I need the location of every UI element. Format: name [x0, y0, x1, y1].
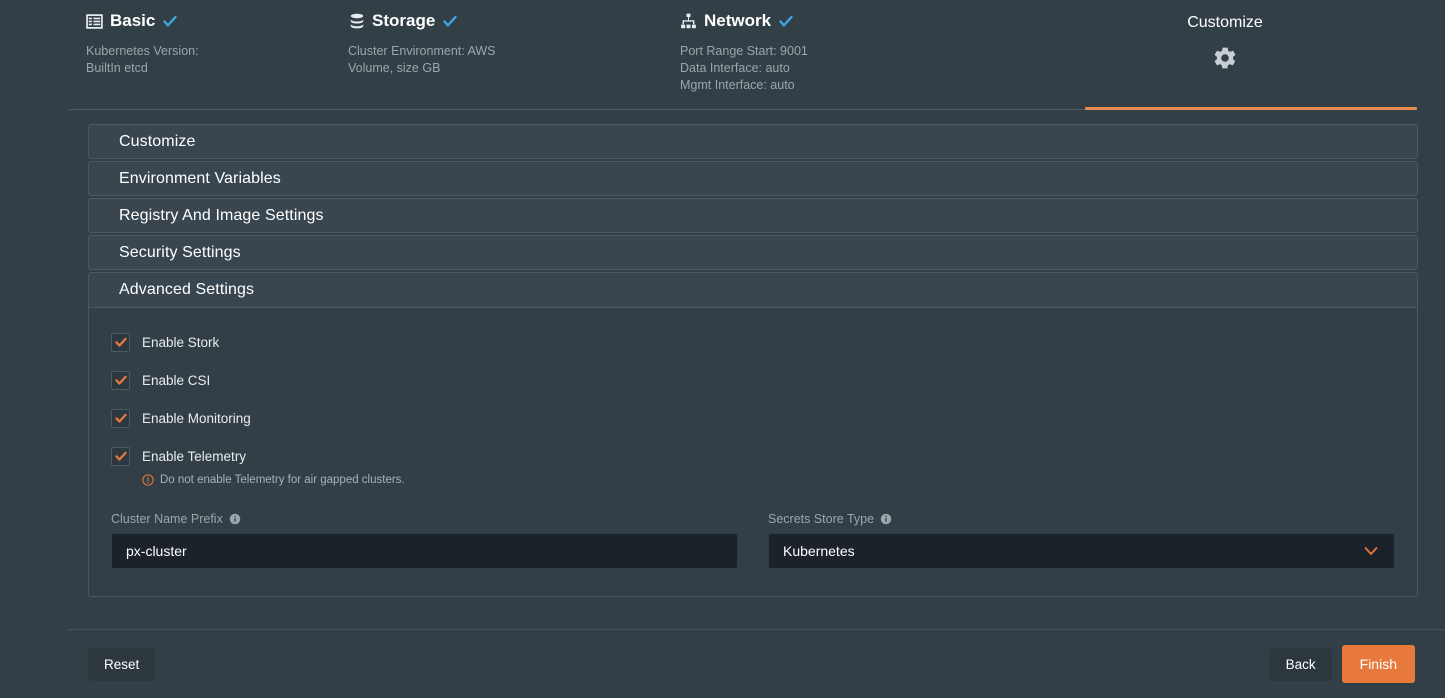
checkbox-label[interactable]: Enable Stork — [142, 335, 219, 350]
wizard-step-storage-meta: Cluster Environment: AWS Volume, size GB — [348, 43, 675, 77]
meta-line: Mgmt Interface: auto — [680, 77, 1005, 94]
checkbox-row-enable-telemetry[interactable]: Enable Telemetry — [111, 444, 1395, 468]
checkbox-row-enable-csi[interactable]: Enable CSI — [111, 368, 1395, 392]
meta-line: Volume, size GB — [348, 60, 675, 77]
accordion-label: Advanced Settings — [89, 281, 254, 299]
checkbox-label[interactable]: Enable CSI — [142, 373, 210, 388]
accordion-label: Security Settings — [89, 244, 241, 262]
wizard-step-header: Basic Kubernetes Version: BuiltIn etcd S… — [0, 0, 1445, 110]
wizard-step-basic-label: Basic — [110, 10, 155, 32]
telemetry-warning-text: Do not enable Telemetry for air gapped c… — [160, 474, 405, 486]
checkbox-label[interactable]: Enable Telemetry — [142, 449, 246, 464]
checkbox-row-enable-stork[interactable]: Enable Stork — [111, 330, 1395, 354]
cluster-name-prefix-label-wrap: Cluster Name Prefix — [111, 512, 738, 526]
advanced-settings-panel: Enable Stork Enable CSI Enable Monitorin… — [88, 307, 1418, 597]
accordion-label: Registry And Image Settings — [89, 207, 324, 225]
wizard-step-storage[interactable]: Storage Cluster Environment: AWS Volume,… — [340, 0, 675, 110]
wizard-step-network-meta: Port Range Start: 9001 Data Interface: a… — [680, 43, 1005, 94]
wizard-step-basic[interactable]: Basic Kubernetes Version: BuiltIn etcd — [0, 0, 340, 110]
gear-icon — [1212, 45, 1238, 71]
field-cluster-name-prefix: Cluster Name Prefix — [111, 512, 738, 569]
wizard-step-customize[interactable]: Customize — [1005, 0, 1445, 110]
wizard-step-basic-title: Basic — [86, 10, 340, 32]
field-secrets-store-type: Secrets Store Type Kubernetes — [768, 512, 1395, 569]
info-icon[interactable] — [880, 513, 892, 525]
check-icon — [442, 13, 458, 29]
wizard-step-network[interactable]: Network Port Range Start: 9001 Data Inte… — [675, 0, 1005, 110]
table-icon — [86, 13, 103, 30]
sitemap-icon — [680, 13, 697, 30]
secrets-store-type-label: Secrets Store Type — [768, 512, 874, 526]
wizard-step-storage-title: Storage — [348, 10, 675, 32]
active-step-indicator — [1085, 107, 1417, 110]
secrets-store-type-select-wrap: Kubernetes — [768, 533, 1395, 569]
advanced-settings-fields: Cluster Name Prefix Secrets S — [111, 512, 1395, 569]
finish-button[interactable]: Finish — [1342, 645, 1415, 683]
check-icon — [162, 13, 178, 29]
meta-line: Data Interface: auto — [680, 60, 1005, 77]
accordion-header-registry-and-image-settings[interactable]: Registry And Image Settings — [88, 198, 1418, 233]
wizard-step-customize-label: Customize — [1005, 10, 1445, 34]
wizard-step-basic-meta: Kubernetes Version: BuiltIn etcd — [86, 43, 340, 77]
cluster-name-prefix-label: Cluster Name Prefix — [111, 512, 223, 526]
meta-line: Kubernetes Version: — [86, 43, 340, 60]
customize-content: Customize Environment Variables Registry… — [0, 110, 1445, 597]
checkbox-enable-stork[interactable] — [111, 333, 130, 352]
telemetry-warning: Do not enable Telemetry for air gapped c… — [142, 474, 1395, 486]
checkbox-label[interactable]: Enable Monitoring — [142, 411, 251, 426]
checkbox-enable-monitoring[interactable] — [111, 409, 130, 428]
warning-info-icon — [142, 474, 154, 486]
meta-line: Cluster Environment: AWS — [348, 43, 675, 60]
meta-line: BuiltIn etcd — [86, 60, 340, 77]
wizard-step-network-title: Network — [680, 10, 1005, 32]
wizard-step-storage-label: Storage — [372, 10, 435, 32]
secrets-store-type-label-wrap: Secrets Store Type — [768, 512, 1395, 526]
accordion-label: Environment Variables — [89, 170, 281, 188]
wizard-footer: Reset Back Finish — [0, 630, 1445, 698]
settings-accordion: Customize Environment Variables Registry… — [88, 124, 1418, 597]
wizard-step-network-label: Network — [704, 10, 771, 32]
secrets-store-type-select[interactable]: Kubernetes — [768, 533, 1395, 569]
accordion-label: Customize — [89, 133, 195, 151]
accordion-header-customize[interactable]: Customize — [88, 124, 1418, 159]
check-icon — [778, 13, 794, 29]
info-icon[interactable] — [229, 513, 241, 525]
checkbox-enable-csi[interactable] — [111, 371, 130, 390]
back-button[interactable]: Back — [1270, 648, 1332, 681]
reset-button[interactable]: Reset — [88, 648, 155, 681]
database-icon — [348, 13, 365, 30]
checkbox-enable-telemetry[interactable] — [111, 447, 130, 466]
chevron-down-icon[interactable] — [1361, 541, 1381, 561]
meta-line: Port Range Start: 9001 — [680, 43, 1005, 60]
accordion-header-advanced-settings[interactable]: Advanced Settings — [88, 272, 1418, 307]
accordion-header-environment-variables[interactable]: Environment Variables — [88, 161, 1418, 196]
cluster-name-prefix-input[interactable] — [111, 533, 738, 569]
footer-actions: Back Finish — [1270, 645, 1415, 683]
accordion-header-security-settings[interactable]: Security Settings — [88, 235, 1418, 270]
checkbox-row-enable-monitoring[interactable]: Enable Monitoring — [111, 406, 1395, 430]
secrets-store-type-value: Kubernetes — [783, 543, 855, 559]
